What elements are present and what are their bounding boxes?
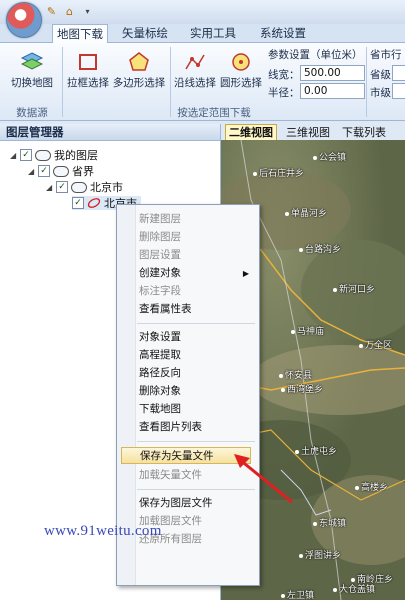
- map-place-label: 台路沟乡: [299, 242, 341, 255]
- ribbon-panel: 切换地图 数据源 拉框选择 多边形选择 沿线选择 圆形选择 按选定范围下载 参数…: [0, 43, 405, 121]
- tree-node-my-layers[interactable]: ◢ ✓ 我的图层: [10, 148, 98, 162]
- province-label: 省级: [370, 69, 391, 81]
- app-menu-orb[interactable]: [6, 2, 42, 38]
- menu-item-elevation-extract[interactable]: 高程提取: [139, 347, 255, 364]
- group-separator: [366, 47, 367, 117]
- map-place-label: 西湾堡乡: [281, 382, 323, 395]
- menu-separator: [137, 441, 255, 442]
- tree-node-label: 我的图层: [54, 149, 98, 162]
- province-header: 省市行: [370, 49, 402, 61]
- line-width-input[interactable]: 500.00: [300, 65, 365, 81]
- menu-item-delete-layer[interactable]: 删除图层: [139, 229, 255, 246]
- dropdown-icon[interactable]: ▾: [80, 4, 95, 19]
- menu-item-delete-object[interactable]: 删除对象: [139, 383, 255, 400]
- menu-item-reverse-path[interactable]: 路径反向: [139, 365, 255, 382]
- data-source-group-label: 数据源: [16, 107, 48, 119]
- line-select-icon: [185, 54, 205, 70]
- layer-checkbox[interactable]: ✓: [56, 181, 68, 193]
- line-select-button[interactable]: 沿线选择: [172, 51, 218, 90]
- map-place-label: 怀安县: [279, 368, 312, 381]
- city-label: 市级: [370, 87, 391, 99]
- folder-icon[interactable]: ✎: [44, 4, 59, 19]
- tab-map-download[interactable]: 地图下载: [52, 24, 108, 43]
- menu-item-object-settings[interactable]: 对象设置: [139, 329, 255, 346]
- menu-item-download-map[interactable]: 下载地图: [139, 401, 255, 418]
- watermark-text: www.91weitu.com: [44, 523, 162, 539]
- layer-icon: [35, 149, 51, 161]
- menu-item-view-image-list[interactable]: 查看图片列表: [139, 419, 255, 436]
- tab-vector-plot[interactable]: 矢量标绘: [118, 24, 172, 42]
- layers-icon: [20, 52, 44, 70]
- box-select-label: 拉框选择: [67, 77, 109, 89]
- ribbon-tab-row: 地图下载 矢量标绘 实用工具 系统设置: [0, 24, 405, 43]
- tree-node-label: 北京市: [90, 181, 123, 194]
- group-separator: [62, 47, 63, 117]
- map-place-label: 新河口乡: [333, 282, 375, 295]
- map-place-label: 高楼乡: [355, 480, 388, 493]
- tab-3d-view[interactable]: 三维视图: [283, 125, 333, 140]
- tab-download-list[interactable]: 下载列表: [339, 125, 389, 140]
- tab-utilities[interactable]: 实用工具: [186, 24, 240, 42]
- collapse-icon[interactable]: ◢: [46, 183, 53, 192]
- switch-map-button[interactable]: 切换地图: [6, 51, 58, 90]
- map-place-label: 东城镇: [313, 516, 346, 529]
- tab-2d-view[interactable]: 二维视图: [225, 124, 277, 141]
- province-select[interactable]: [392, 65, 405, 81]
- annotation-arrow-icon: [234, 454, 293, 504]
- switch-map-label: 切换地图: [11, 77, 53, 89]
- params-title: 参数设置（单位米）: [268, 49, 363, 61]
- map-place-label: 大仓盖镇: [333, 582, 375, 595]
- line-select-label: 沿线选择: [174, 77, 216, 89]
- map-place-label: 左卫镇: [281, 588, 314, 600]
- submenu-arrow-icon: ▶: [242, 269, 249, 278]
- map-place-label: 浮图讲乡: [299, 548, 341, 561]
- collapse-icon[interactable]: ◢: [28, 167, 35, 176]
- map-place-label: 马神庙: [291, 324, 324, 337]
- select-group-label: 按选定范围下载: [177, 107, 251, 119]
- tab-system-settings[interactable]: 系统设置: [256, 24, 310, 42]
- menu-item-label: 创建对象: [139, 267, 181, 279]
- layer-manager-title: 图层管理器: [0, 124, 220, 141]
- polygon-select-icon: [129, 52, 149, 71]
- layer-checkbox[interactable]: ✓: [20, 149, 32, 161]
- collapse-icon[interactable]: ◢: [10, 151, 17, 160]
- box-select-icon: [79, 54, 97, 70]
- line-width-label: 线宽：: [268, 69, 300, 81]
- map-view-tabs: 二维视图 三维视图 下载列表: [221, 124, 405, 141]
- menu-item-view-attribute-table[interactable]: 查看属性表: [139, 301, 255, 318]
- menu-item-new-layer[interactable]: 新建图层: [139, 211, 255, 228]
- tree-node-label: 省界: [72, 165, 94, 178]
- map-place-label: 后石庄井乡: [253, 166, 304, 179]
- quick-access-toolbar: ✎ ⌂ ▾: [44, 4, 95, 19]
- polygon-select-button[interactable]: 多边形选择: [110, 51, 168, 90]
- box-select-button[interactable]: 拉框选择: [66, 51, 110, 90]
- circle-select-button[interactable]: 圆形选择: [218, 51, 264, 90]
- map-place-label: 单晶河乡: [285, 206, 327, 219]
- tree-node-province-borders[interactable]: ◢ ✓ 省界: [28, 164, 94, 178]
- polygon-select-label: 多边形选择: [112, 77, 166, 89]
- layer-icon: [71, 181, 87, 193]
- radius-input[interactable]: 0.00: [300, 83, 365, 99]
- menu-separator: [137, 323, 255, 324]
- tree-node-beijing-group[interactable]: ◢ ✓ 北京市: [46, 180, 123, 194]
- home-icon[interactable]: ⌂: [62, 4, 77, 19]
- map-place-label: 公会镇: [313, 150, 346, 163]
- layer-icon: [53, 165, 69, 177]
- layer-checkbox[interactable]: ✓: [72, 197, 84, 209]
- city-select[interactable]: [392, 83, 405, 99]
- circle-select-label: 圆形选择: [220, 77, 262, 89]
- map-place-label: 万全区: [359, 338, 392, 351]
- menu-item-layer-settings[interactable]: 图层设置: [139, 247, 255, 264]
- polygon-object-icon: [87, 198, 101, 208]
- layer-checkbox[interactable]: ✓: [38, 165, 50, 177]
- circle-select-icon: [232, 53, 250, 71]
- map-place-label: 土虎屯乡: [295, 444, 337, 457]
- menu-item-create-object[interactable]: 创建对象 ▶: [139, 265, 255, 282]
- menu-item-label-field[interactable]: 标注字段: [139, 283, 255, 300]
- radius-label: 半径：: [268, 87, 300, 99]
